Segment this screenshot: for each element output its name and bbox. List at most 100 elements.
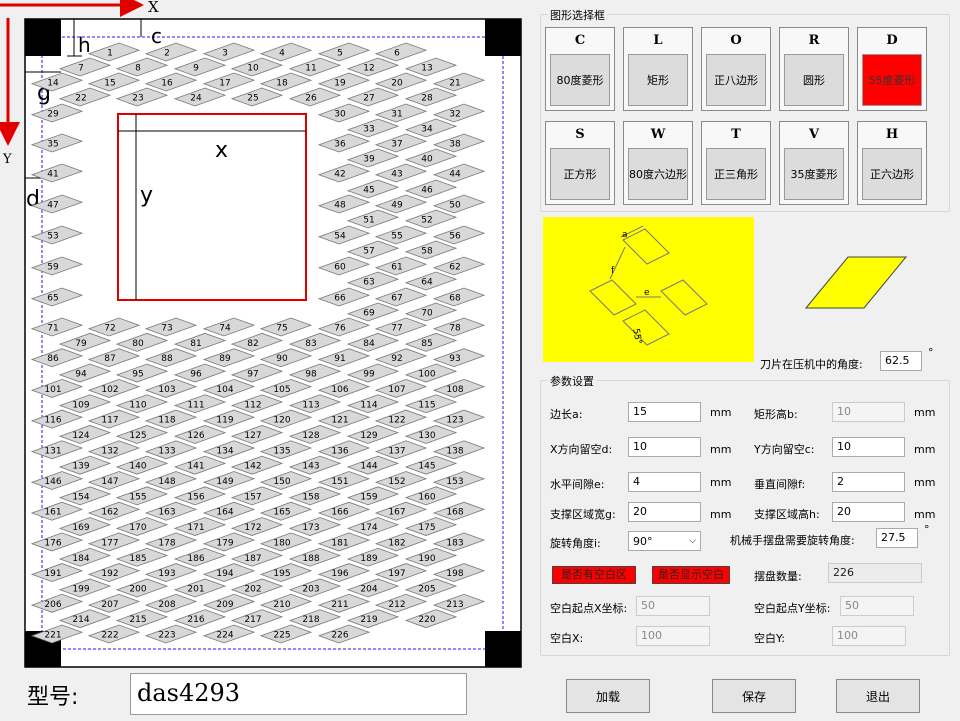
insert-number: 104 xyxy=(216,385,233,395)
exit-button[interactable]: 退出 xyxy=(836,679,920,713)
rect-b-label: 矩形高b: xyxy=(754,408,798,421)
rotation-i-value: 90° xyxy=(633,534,653,548)
shape-button-letter: R xyxy=(808,33,820,48)
insert-number: 13 xyxy=(421,64,432,74)
insert-number: 147 xyxy=(101,477,118,487)
param-group-title: 参数设置 xyxy=(548,373,596,389)
insert-number: 21 xyxy=(449,79,460,89)
shape-button-c[interactable]: C 80度菱形 xyxy=(545,27,615,111)
support-w-g-input[interactable]: 20 xyxy=(628,502,701,522)
has-blank-area-button[interactable]: 是否有空白区 xyxy=(552,566,636,584)
insert-number: 70 xyxy=(421,309,433,319)
blank-start-x-input[interactable]: 50 xyxy=(636,596,710,616)
insert-number: 27 xyxy=(363,94,374,104)
insert-number: 222 xyxy=(101,631,118,641)
insert-number: 167 xyxy=(388,508,405,518)
shape-button-letter: T xyxy=(731,127,741,142)
insert-number: 66 xyxy=(334,294,346,304)
corner-support-tr xyxy=(485,19,521,56)
insert-number: 63 xyxy=(363,278,374,288)
y-margin-c-unit: mm xyxy=(914,443,936,456)
shape-button-w[interactable]: W 80度六边形 xyxy=(623,121,693,205)
h-gap-e-input[interactable]: 4 xyxy=(628,472,701,492)
insert-number: 206 xyxy=(44,600,61,610)
shape-preview-panel: a f e 55° xyxy=(543,217,754,362)
insert-number: 213 xyxy=(446,600,463,610)
shape-preview-drawing: a f e 55° xyxy=(589,225,708,346)
insert-number: 137 xyxy=(388,446,405,456)
blade-angle-input[interactable]: 62.5 xyxy=(880,351,922,371)
shape-button-o[interactable]: O 正八边形 xyxy=(701,27,771,111)
insert-number: 129 xyxy=(360,431,377,441)
side-a-input[interactable]: 15 xyxy=(628,402,701,422)
shape-button-r[interactable]: R 圆形 xyxy=(779,27,849,111)
insert-number: 149 xyxy=(216,477,233,487)
rotation-i-select[interactable]: 90° ⌵ xyxy=(628,531,701,551)
insert-number: 169 xyxy=(72,523,89,533)
insert-number: 202 xyxy=(244,584,261,594)
shape-button-t[interactable]: T 正三角形 xyxy=(701,121,771,205)
insert-number: 47 xyxy=(47,201,58,211)
insert-number: 215 xyxy=(129,615,146,625)
insert-number: 19 xyxy=(334,79,346,89)
shape-button-v[interactable]: V 35度菱形 xyxy=(779,121,849,205)
insert-number: 28 xyxy=(421,94,433,104)
blank-start-y-input[interactable]: 50 xyxy=(840,596,914,616)
y-margin-c-input[interactable]: 10 xyxy=(832,437,905,457)
save-button[interactable]: 保存 xyxy=(712,679,796,713)
insert-number: 109 xyxy=(72,400,89,410)
insert-number: 134 xyxy=(216,446,233,456)
blade-angle-label: 刀片在压机中的角度: xyxy=(760,358,863,371)
insert-number: 92 xyxy=(391,354,402,364)
shape-button-label: 80度六边形 xyxy=(628,148,688,200)
support-h-h-input[interactable]: 20 xyxy=(832,502,905,522)
insert-number: 102 xyxy=(101,385,118,395)
insert-number: 82 xyxy=(247,339,258,349)
insert-number: 205 xyxy=(418,584,435,594)
shape-button-h[interactable]: H 正六边形 xyxy=(857,121,927,205)
model-input[interactable]: das4293 xyxy=(130,673,467,715)
h-gap-e-unit: mm xyxy=(710,476,732,489)
blank-y-input[interactable]: 100 xyxy=(832,626,906,646)
blank-x-input[interactable]: 100 xyxy=(636,626,710,646)
x-margin-d-input[interactable]: 10 xyxy=(628,437,701,457)
v-gap-f-input[interactable]: 2 xyxy=(832,472,905,492)
insert-number: 179 xyxy=(216,538,233,548)
insert-number: 110 xyxy=(129,400,146,410)
insert-number: 55 xyxy=(391,232,402,242)
dim-h-label: h xyxy=(78,33,91,57)
show-blank-button[interactable]: 是否显示空白 xyxy=(652,566,730,584)
insert-number: 210 xyxy=(273,600,290,610)
insert-number: 9 xyxy=(193,64,199,74)
insert-number: 41 xyxy=(47,170,58,180)
h-gap-e-label: 水平间隙e: xyxy=(550,478,605,491)
rect-b-input[interactable]: 10 xyxy=(832,402,905,422)
shape-button-label: 矩形 xyxy=(628,54,688,106)
insert-number: 141 xyxy=(187,462,204,472)
insert-number: 107 xyxy=(388,385,405,395)
insert-number: 164 xyxy=(216,508,233,518)
robot-rotation-input[interactable]: 27.5 xyxy=(876,528,918,548)
shape-button-label: 80度菱形 xyxy=(550,54,610,106)
insert-number: 61 xyxy=(391,263,402,273)
insert-number: 184 xyxy=(72,554,89,564)
support-w-g-unit: mm xyxy=(710,508,732,521)
insert-number: 114 xyxy=(360,400,377,410)
insert-number: 218 xyxy=(302,615,319,625)
insert-number: 30 xyxy=(334,110,346,120)
tray-count-input[interactable]: 226 xyxy=(828,563,922,583)
insert-number: 207 xyxy=(101,600,118,610)
insert-number: 189 xyxy=(360,554,377,564)
insert-number: 97 xyxy=(247,370,258,380)
insert-number: 171 xyxy=(187,523,204,533)
insert-number: 172 xyxy=(244,523,261,533)
shape-button-d[interactable]: D 55度菱形 xyxy=(857,27,927,111)
shape-button-l[interactable]: L 矩形 xyxy=(623,27,693,111)
insert-number: 143 xyxy=(302,462,319,472)
shape-button-label: 正八边形 xyxy=(706,54,766,106)
insert-number: 166 xyxy=(331,508,348,518)
insert-number: 14 xyxy=(47,79,59,89)
load-button[interactable]: 加载 xyxy=(566,679,650,713)
shape-button-s[interactable]: S 正方形 xyxy=(545,121,615,205)
insert-number: 131 xyxy=(44,446,61,456)
